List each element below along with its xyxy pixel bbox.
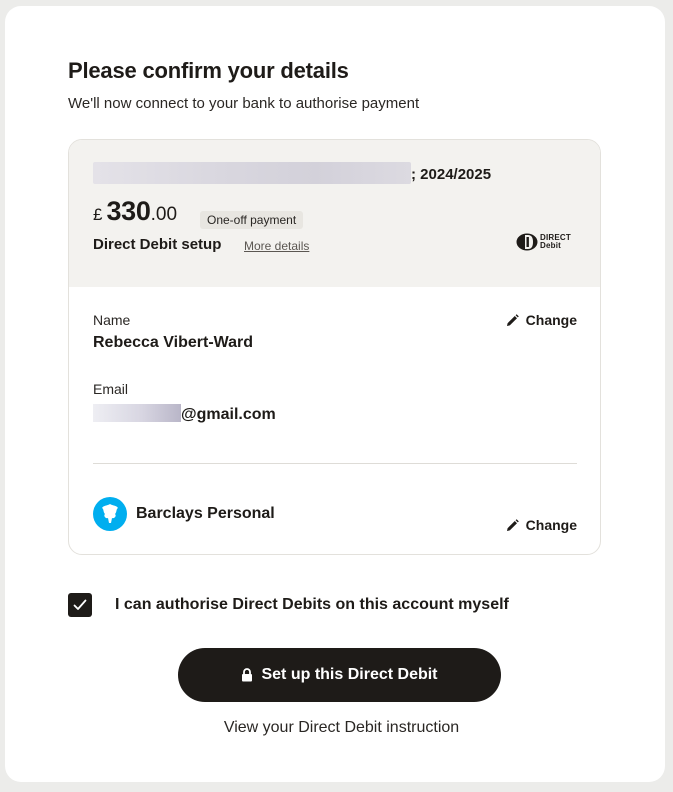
name-value: Rebecca Vibert-Ward: [93, 334, 254, 351]
bank-account: Barclays Personal: [93, 497, 275, 531]
name-label: Name: [93, 312, 131, 328]
payment-reference: ; 2024/2025: [411, 166, 492, 183]
direct-debit-setup-label: Direct Debit setup: [93, 236, 222, 253]
more-details-link[interactable]: More details: [244, 239, 309, 253]
payment-summary: ; 2024/2025 £ 330 .00 One-off payment Di…: [69, 140, 600, 287]
payment-type-badge: One-off payment: [200, 211, 304, 229]
pencil-icon: [506, 313, 519, 326]
setup-button-label: Set up this Direct Debit: [261, 666, 438, 683]
redacted-reference: [93, 162, 411, 184]
amount-whole: 330: [106, 196, 151, 226]
details-panel: ; 2024/2025 £ 330 .00 One-off payment Di…: [68, 139, 601, 555]
setup-direct-debit-button[interactable]: Set up this Direct Debit: [178, 648, 501, 702]
currency-symbol: £: [93, 205, 103, 224]
change-details-button[interactable]: Change: [506, 312, 577, 328]
change-label: Change: [525, 517, 577, 533]
change-label: Change: [525, 312, 577, 328]
authorise-checkbox-row[interactable]: I can authorise Direct Debits on this ac…: [68, 593, 509, 617]
checkmark-icon: [73, 599, 87, 610]
logo-text-line2: Debit: [540, 241, 561, 250]
bank-name: Barclays Personal: [136, 505, 275, 522]
payment-amount: £ 330 .00: [93, 196, 177, 227]
email-label: Email: [93, 381, 129, 397]
change-bank-button[interactable]: Change: [506, 517, 577, 533]
eagle-icon: [102, 504, 118, 523]
confirm-details-card: Please confirm your details We'll now co…: [5, 6, 665, 782]
direct-debit-mark-icon: [516, 233, 538, 251]
divider: [93, 463, 577, 464]
pencil-icon: [506, 518, 519, 531]
direct-debit-logo: DIRECT Debit: [516, 233, 571, 251]
amount-decimal: .00: [150, 204, 178, 225]
bank-logo: [93, 497, 127, 531]
email-value: @gmail.com: [93, 404, 276, 424]
direct-debit-logo-text: DIRECT Debit: [540, 234, 571, 250]
authorise-checkbox[interactable]: [68, 593, 92, 617]
redacted-email-user: [93, 404, 181, 422]
authorise-label: I can authorise Direct Debits on this ac…: [115, 596, 509, 613]
page-title: Please confirm your details: [68, 58, 349, 83]
view-instruction-link[interactable]: View your Direct Debit instruction: [5, 719, 673, 737]
email-domain: @gmail.com: [181, 406, 276, 423]
lock-icon: [242, 668, 253, 682]
page-subtitle: We'll now connect to your bank to author…: [68, 95, 420, 112]
